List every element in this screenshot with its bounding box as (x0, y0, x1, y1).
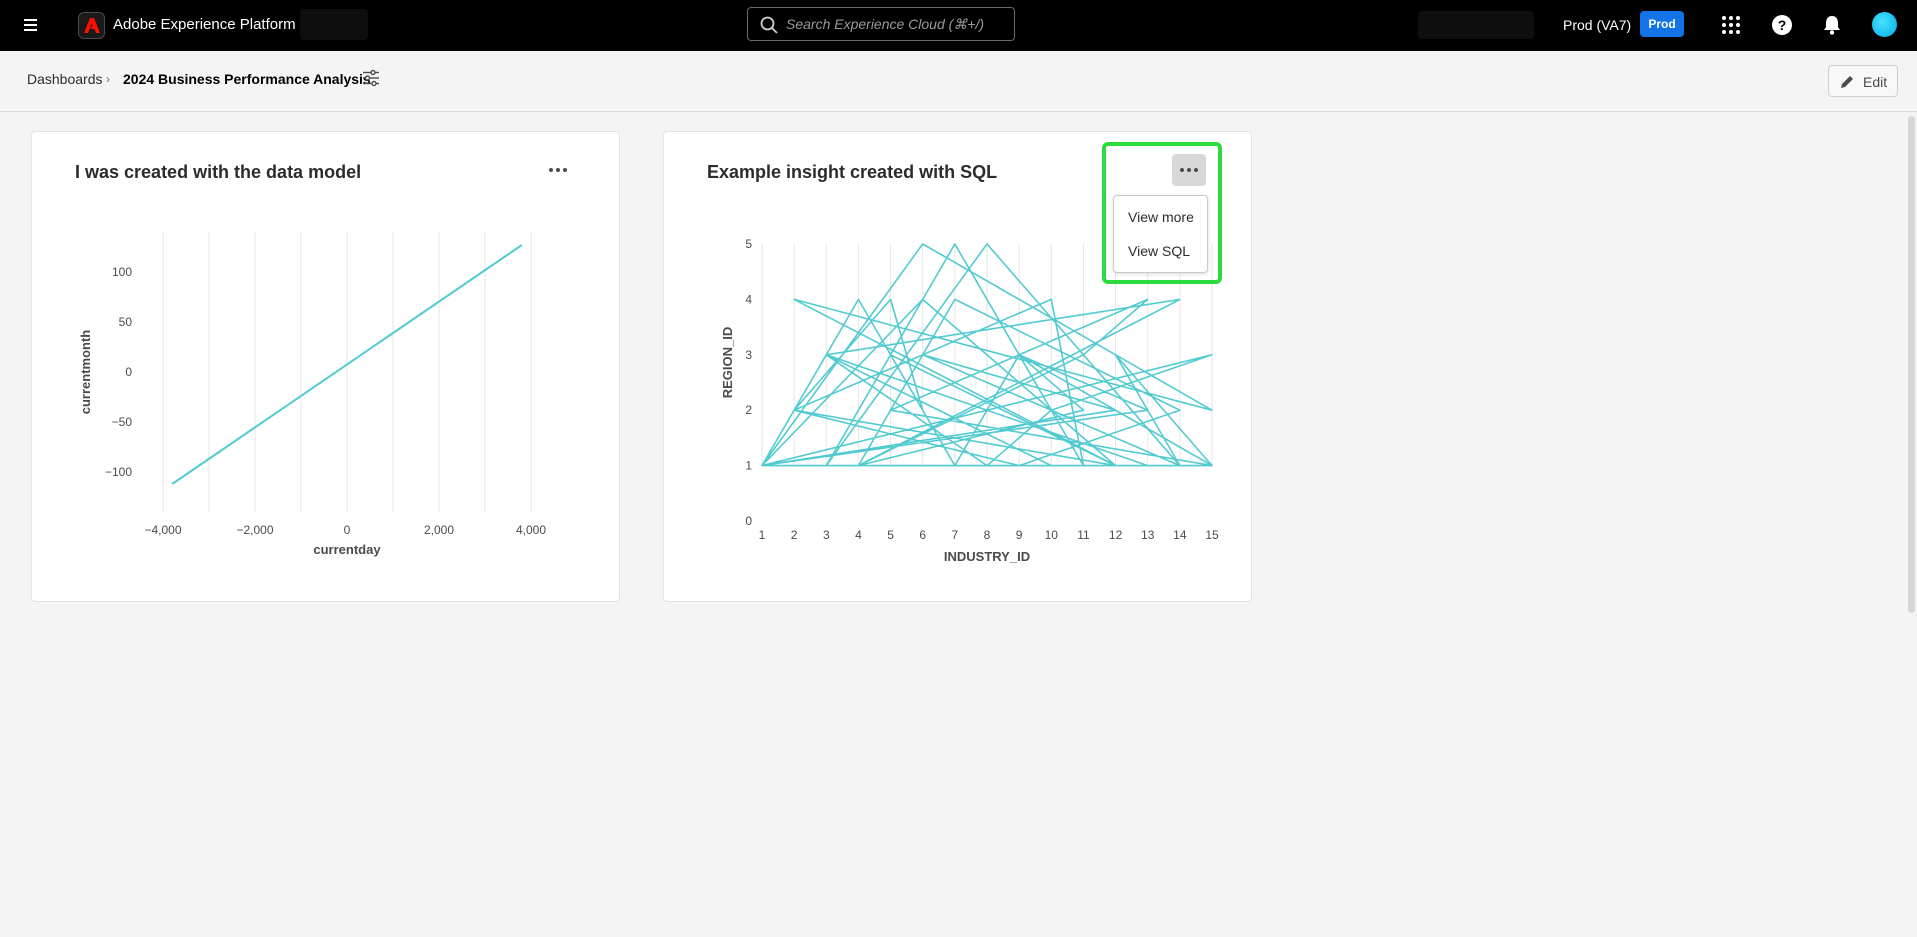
breadcrumb-dashboards[interactable]: Dashboards (27, 71, 103, 87)
x-tick-label: 10 (1045, 528, 1059, 542)
menu-item-view-more[interactable]: View more (1128, 209, 1194, 225)
edit-button[interactable]: Edit (1828, 65, 1898, 97)
more-icon (549, 168, 567, 172)
y-tick-label: −100 (105, 465, 132, 479)
search-field[interactable]: Search Experience Cloud (⌘+/) (747, 7, 1015, 41)
x-tick-label: 6 (919, 528, 926, 542)
x-tick-label: 11 (1077, 528, 1090, 542)
y-tick-label: 3 (745, 348, 752, 362)
pencil-icon (1841, 76, 1853, 88)
x-tick-label: 9 (1016, 528, 1023, 542)
x-tick-label: 2,000 (424, 523, 454, 537)
x-tick-label: −2,000 (236, 523, 273, 537)
x-tick-label: 7 (952, 528, 959, 542)
x-tick-label: 14 (1173, 528, 1187, 542)
chevron-right-icon: › (106, 72, 110, 86)
more-options-button[interactable] (541, 154, 575, 186)
menu-icon[interactable] (21, 15, 41, 35)
help-icon[interactable]: ? (1772, 15, 1792, 35)
header-divider (0, 111, 1917, 112)
x-tick-label: 12 (1109, 528, 1123, 542)
top-nav-bar: Adobe Experience Platform Search Experie… (0, 0, 1917, 51)
x-tick-label: 1 (759, 528, 766, 542)
y-tick-label: 0 (125, 365, 132, 379)
y-tick-label: 0 (745, 514, 752, 528)
y-axis-label: currentmonth (78, 330, 93, 415)
avatar[interactable] (1872, 12, 1897, 37)
y-tick-label: 1 (745, 459, 752, 473)
x-tick-label: 2 (791, 528, 798, 542)
x-tick-label: 3 (823, 528, 830, 542)
y-tick-label: 4 (745, 292, 752, 306)
y-tick-label: 100 (112, 265, 132, 279)
environment-badge[interactable]: Prod (1640, 11, 1684, 37)
org-switcher[interactable] (300, 9, 368, 40)
x-tick-label: 13 (1141, 528, 1155, 542)
more-options-menu: View more View SQL (1113, 195, 1208, 273)
y-tick-label: −50 (112, 415, 133, 429)
y-tick-label: 2 (745, 403, 752, 417)
x-axis-label: currentday (313, 542, 381, 557)
x-tick-label: −4,000 (144, 523, 181, 537)
adobe-logo-icon[interactable] (78, 12, 105, 39)
y-tick-label: 50 (119, 315, 133, 329)
apps-grid-icon[interactable] (1720, 14, 1742, 36)
edit-button-label: Edit (1863, 74, 1888, 90)
account-chip[interactable] (1418, 11, 1534, 39)
menu-item-view-sql[interactable]: View SQL (1128, 243, 1190, 259)
x-tick-label: 15 (1205, 528, 1219, 542)
search-icon (760, 16, 778, 34)
x-tick-label: 4 (855, 528, 862, 542)
widget-title: Example insight created with SQL (707, 162, 998, 182)
bell-icon[interactable] (1823, 15, 1841, 35)
y-tick-label: 5 (745, 237, 752, 251)
scrollbar-thumb[interactable] (1908, 116, 1915, 613)
x-tick-label: 5 (887, 528, 894, 542)
search-input[interactable]: Search Experience Cloud (⌘+/) (786, 16, 984, 33)
filter-settings-icon[interactable] (362, 69, 380, 87)
page-title: 2024 Business Performance Analysis (123, 71, 371, 87)
widget-card-data-model: I was created with the data model −4,000… (31, 131, 620, 602)
line-chart-data-model: −4,000 −2,000 0 2,000 4,000 100 50 0 −50 −100 curr… (78, 232, 546, 557)
x-tick-label: 8 (984, 528, 991, 542)
environment-label[interactable]: Prod (VA7) (1563, 17, 1631, 33)
brand-name[interactable]: Adobe Experience Platform (113, 16, 296, 33)
y-axis-label: REGION_ID (720, 327, 735, 399)
x-tick-label: 0 (344, 523, 351, 537)
x-tick-label: 4,000 (516, 523, 546, 537)
widget-title: I was created with the data model (75, 162, 362, 182)
x-axis-label: INDUSTRY_ID (944, 549, 1030, 564)
